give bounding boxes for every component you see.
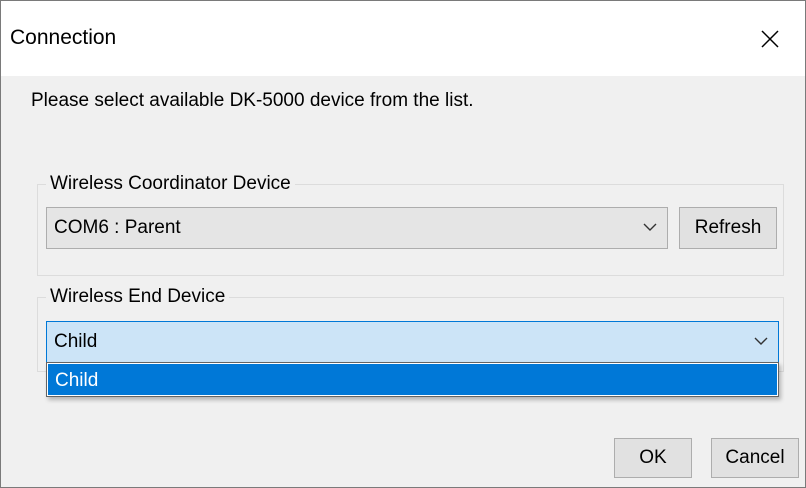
chevron-down-icon (754, 337, 768, 345)
title-bar: Connection (1, 1, 805, 76)
coordinator-group-label: Wireless Coordinator Device (46, 172, 295, 196)
ok-button-label: OK (639, 447, 667, 468)
end-device-dropdown-list: Child (46, 362, 779, 397)
dropdown-option-child[interactable]: Child (48, 364, 777, 395)
cancel-button-label: Cancel (725, 447, 785, 468)
close-button[interactable] (735, 1, 805, 76)
coordinator-selected-value: COM6 : Parent (54, 217, 181, 238)
chevron-down-icon (643, 223, 657, 231)
refresh-button[interactable]: Refresh (679, 207, 777, 249)
end-device-selected-value: Child (54, 331, 98, 352)
refresh-button-label: Refresh (694, 217, 762, 238)
window-title: Connection (10, 26, 117, 49)
ok-button[interactable]: OK (614, 438, 692, 478)
end-device-group-label: Wireless End Device (46, 285, 230, 309)
end-device-select[interactable]: Child (46, 321, 779, 363)
connection-dialog: Connection Please select available DK-50… (0, 0, 806, 488)
close-icon (761, 29, 779, 48)
instruction-text: Please select available DK-5000 device f… (31, 90, 474, 111)
coordinator-device-select[interactable]: COM6 : Parent (46, 207, 668, 249)
cancel-button[interactable]: Cancel (711, 438, 799, 478)
